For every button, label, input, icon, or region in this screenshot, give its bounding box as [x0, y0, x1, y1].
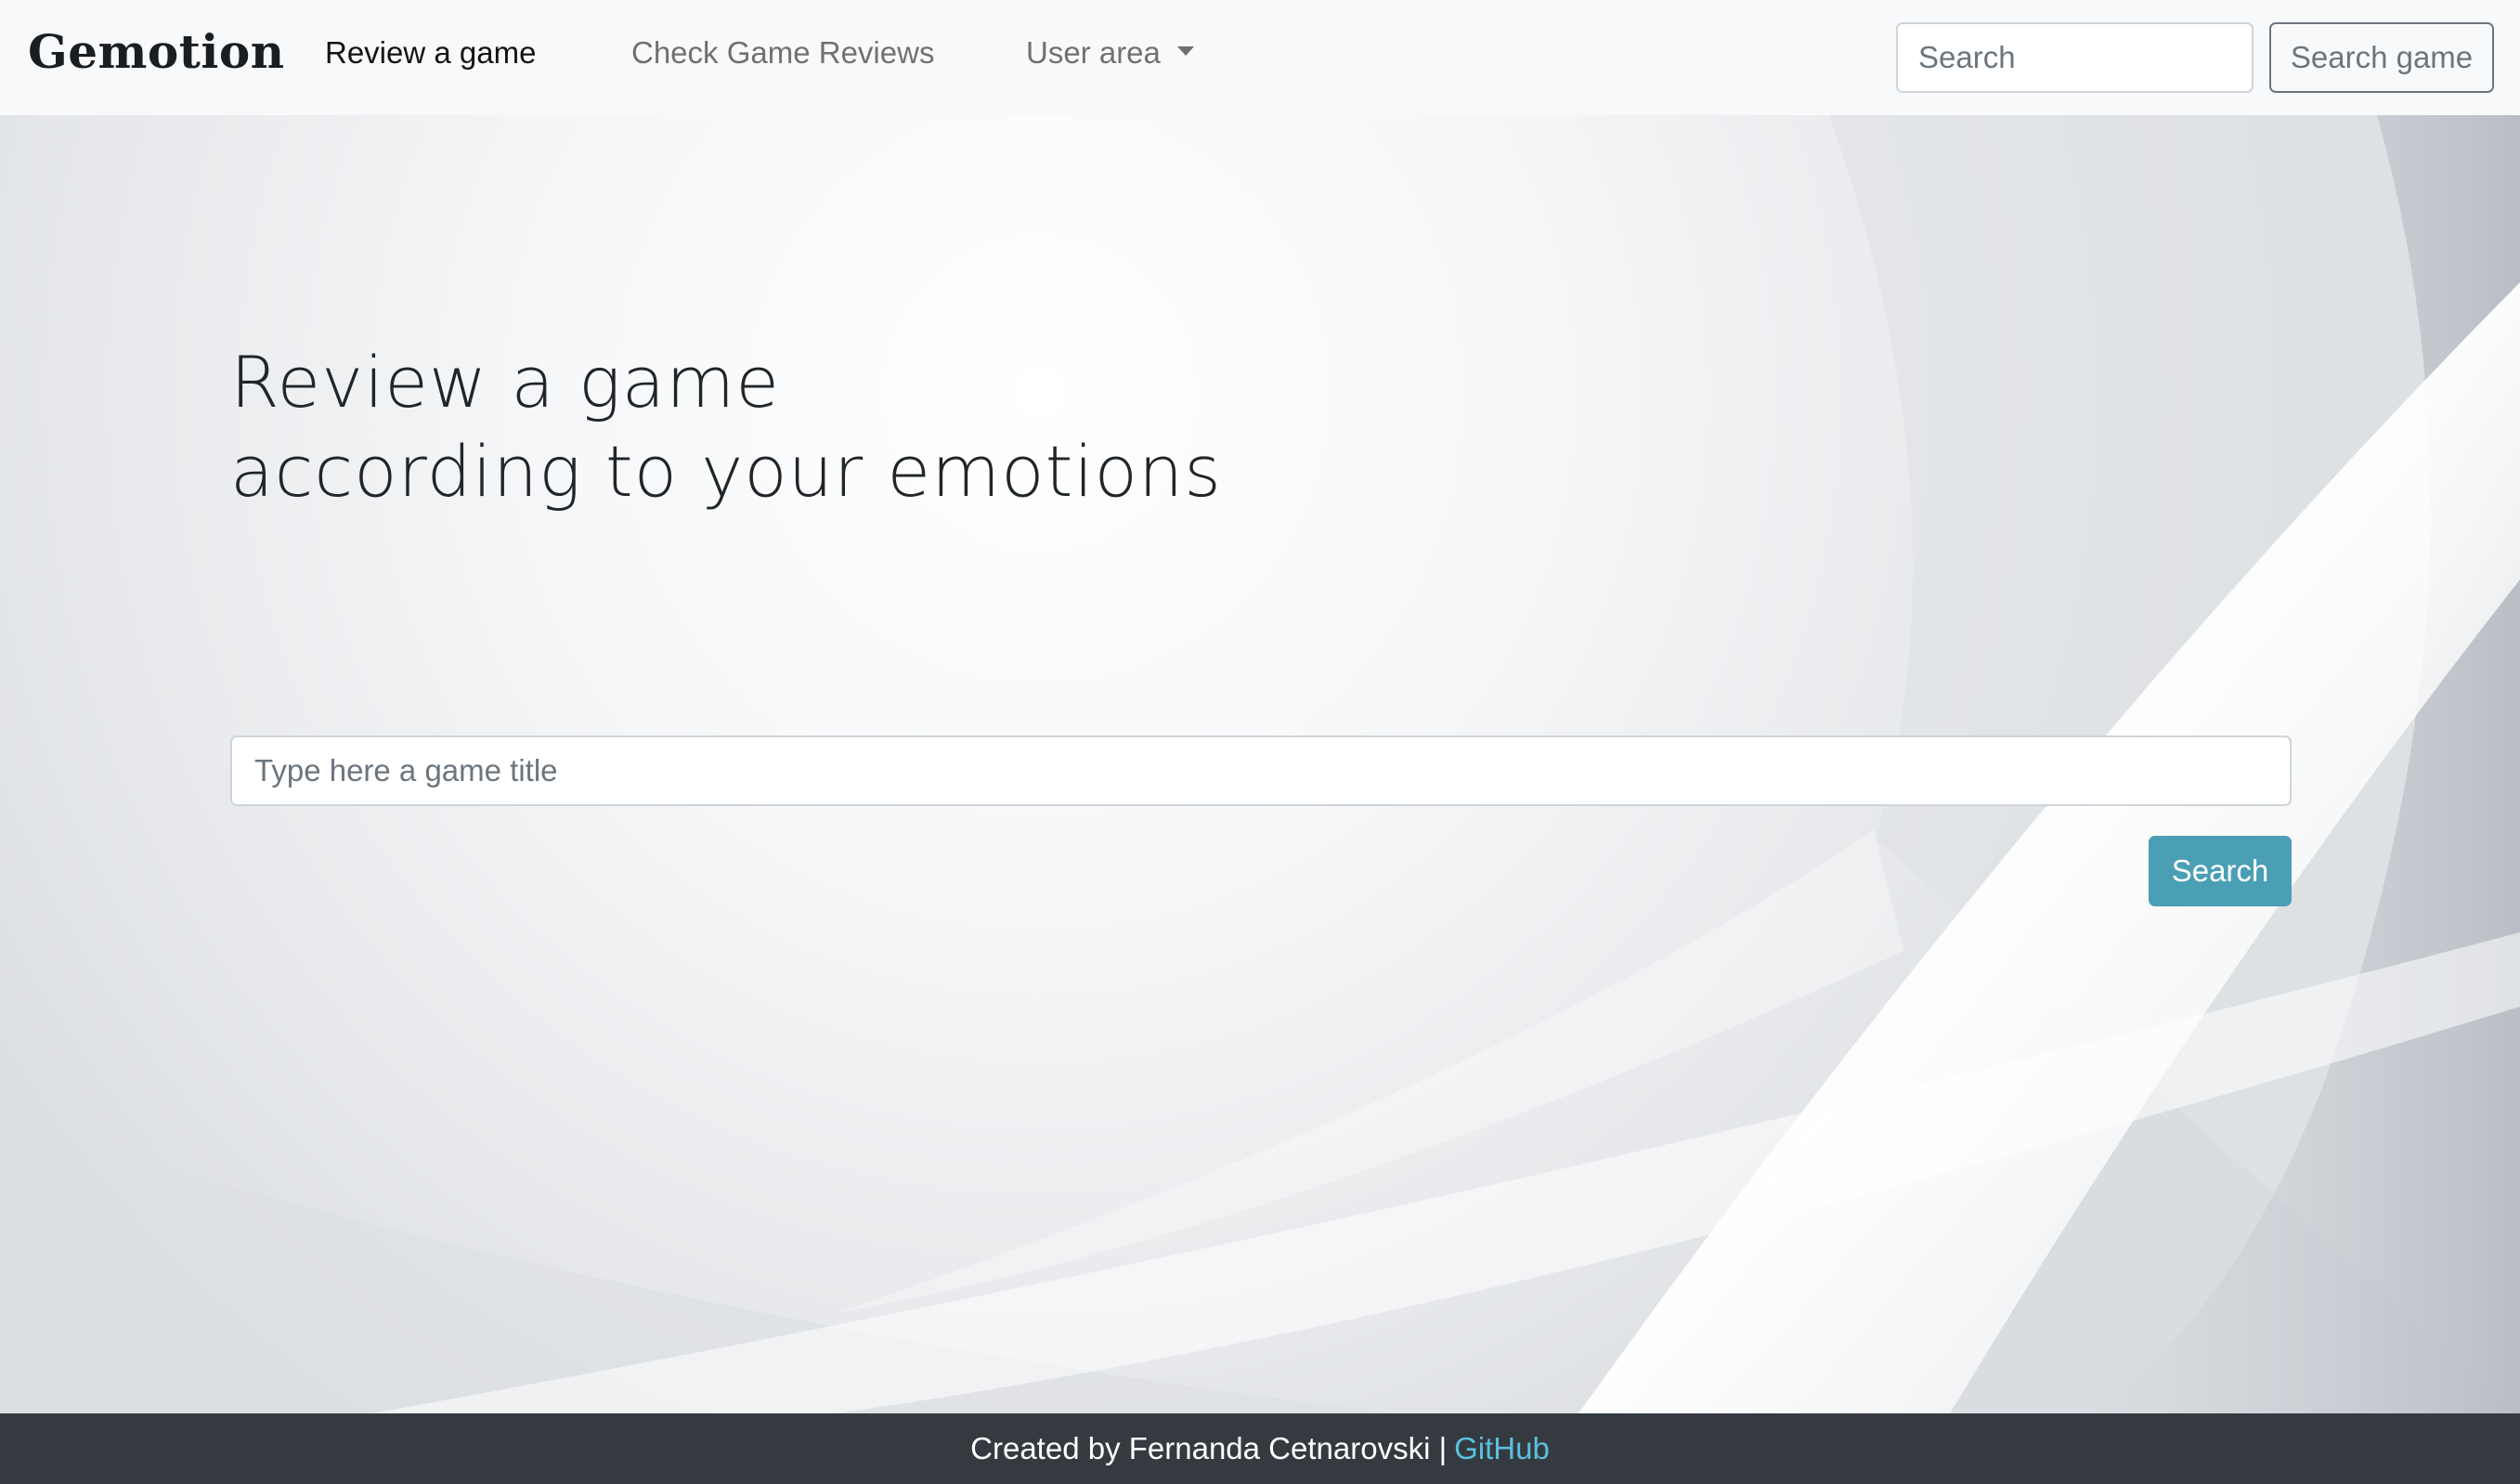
game-title-input[interactable] [230, 735, 2292, 806]
user-area-label: User area [1026, 35, 1161, 70]
chevron-down-icon [1176, 46, 1194, 57]
github-link[interactable]: GitHub [1454, 1431, 1550, 1466]
search-button[interactable]: Search [2149, 836, 2292, 906]
page-headline: Review a game according to your emotions [230, 338, 1222, 516]
headline-line-1: Review a game [230, 341, 781, 423]
nav-link-check-reviews[interactable]: Check Game Reviews [631, 35, 934, 71]
nav-link-review-game[interactable]: Review a game [325, 35, 536, 71]
brand-logo[interactable]: Gemotion [28, 24, 285, 79]
top-navbar: Gemotion Review a game Check Game Review… [0, 0, 2520, 115]
headline-line-2: according to your emotions [230, 430, 1222, 513]
footer-credit: Created by Fernanda Cetnarovski | [970, 1431, 1448, 1465]
search-game-button[interactable]: Search game [2269, 22, 2494, 93]
footer: Created by Fernanda Cetnarovski | GitHub [0, 1413, 2520, 1484]
hero-section: Review a game according to your emotions… [0, 115, 2520, 1413]
navbar-search-input[interactable] [1896, 22, 2254, 93]
nav-dropdown-user-area[interactable]: User area [1026, 35, 1194, 71]
